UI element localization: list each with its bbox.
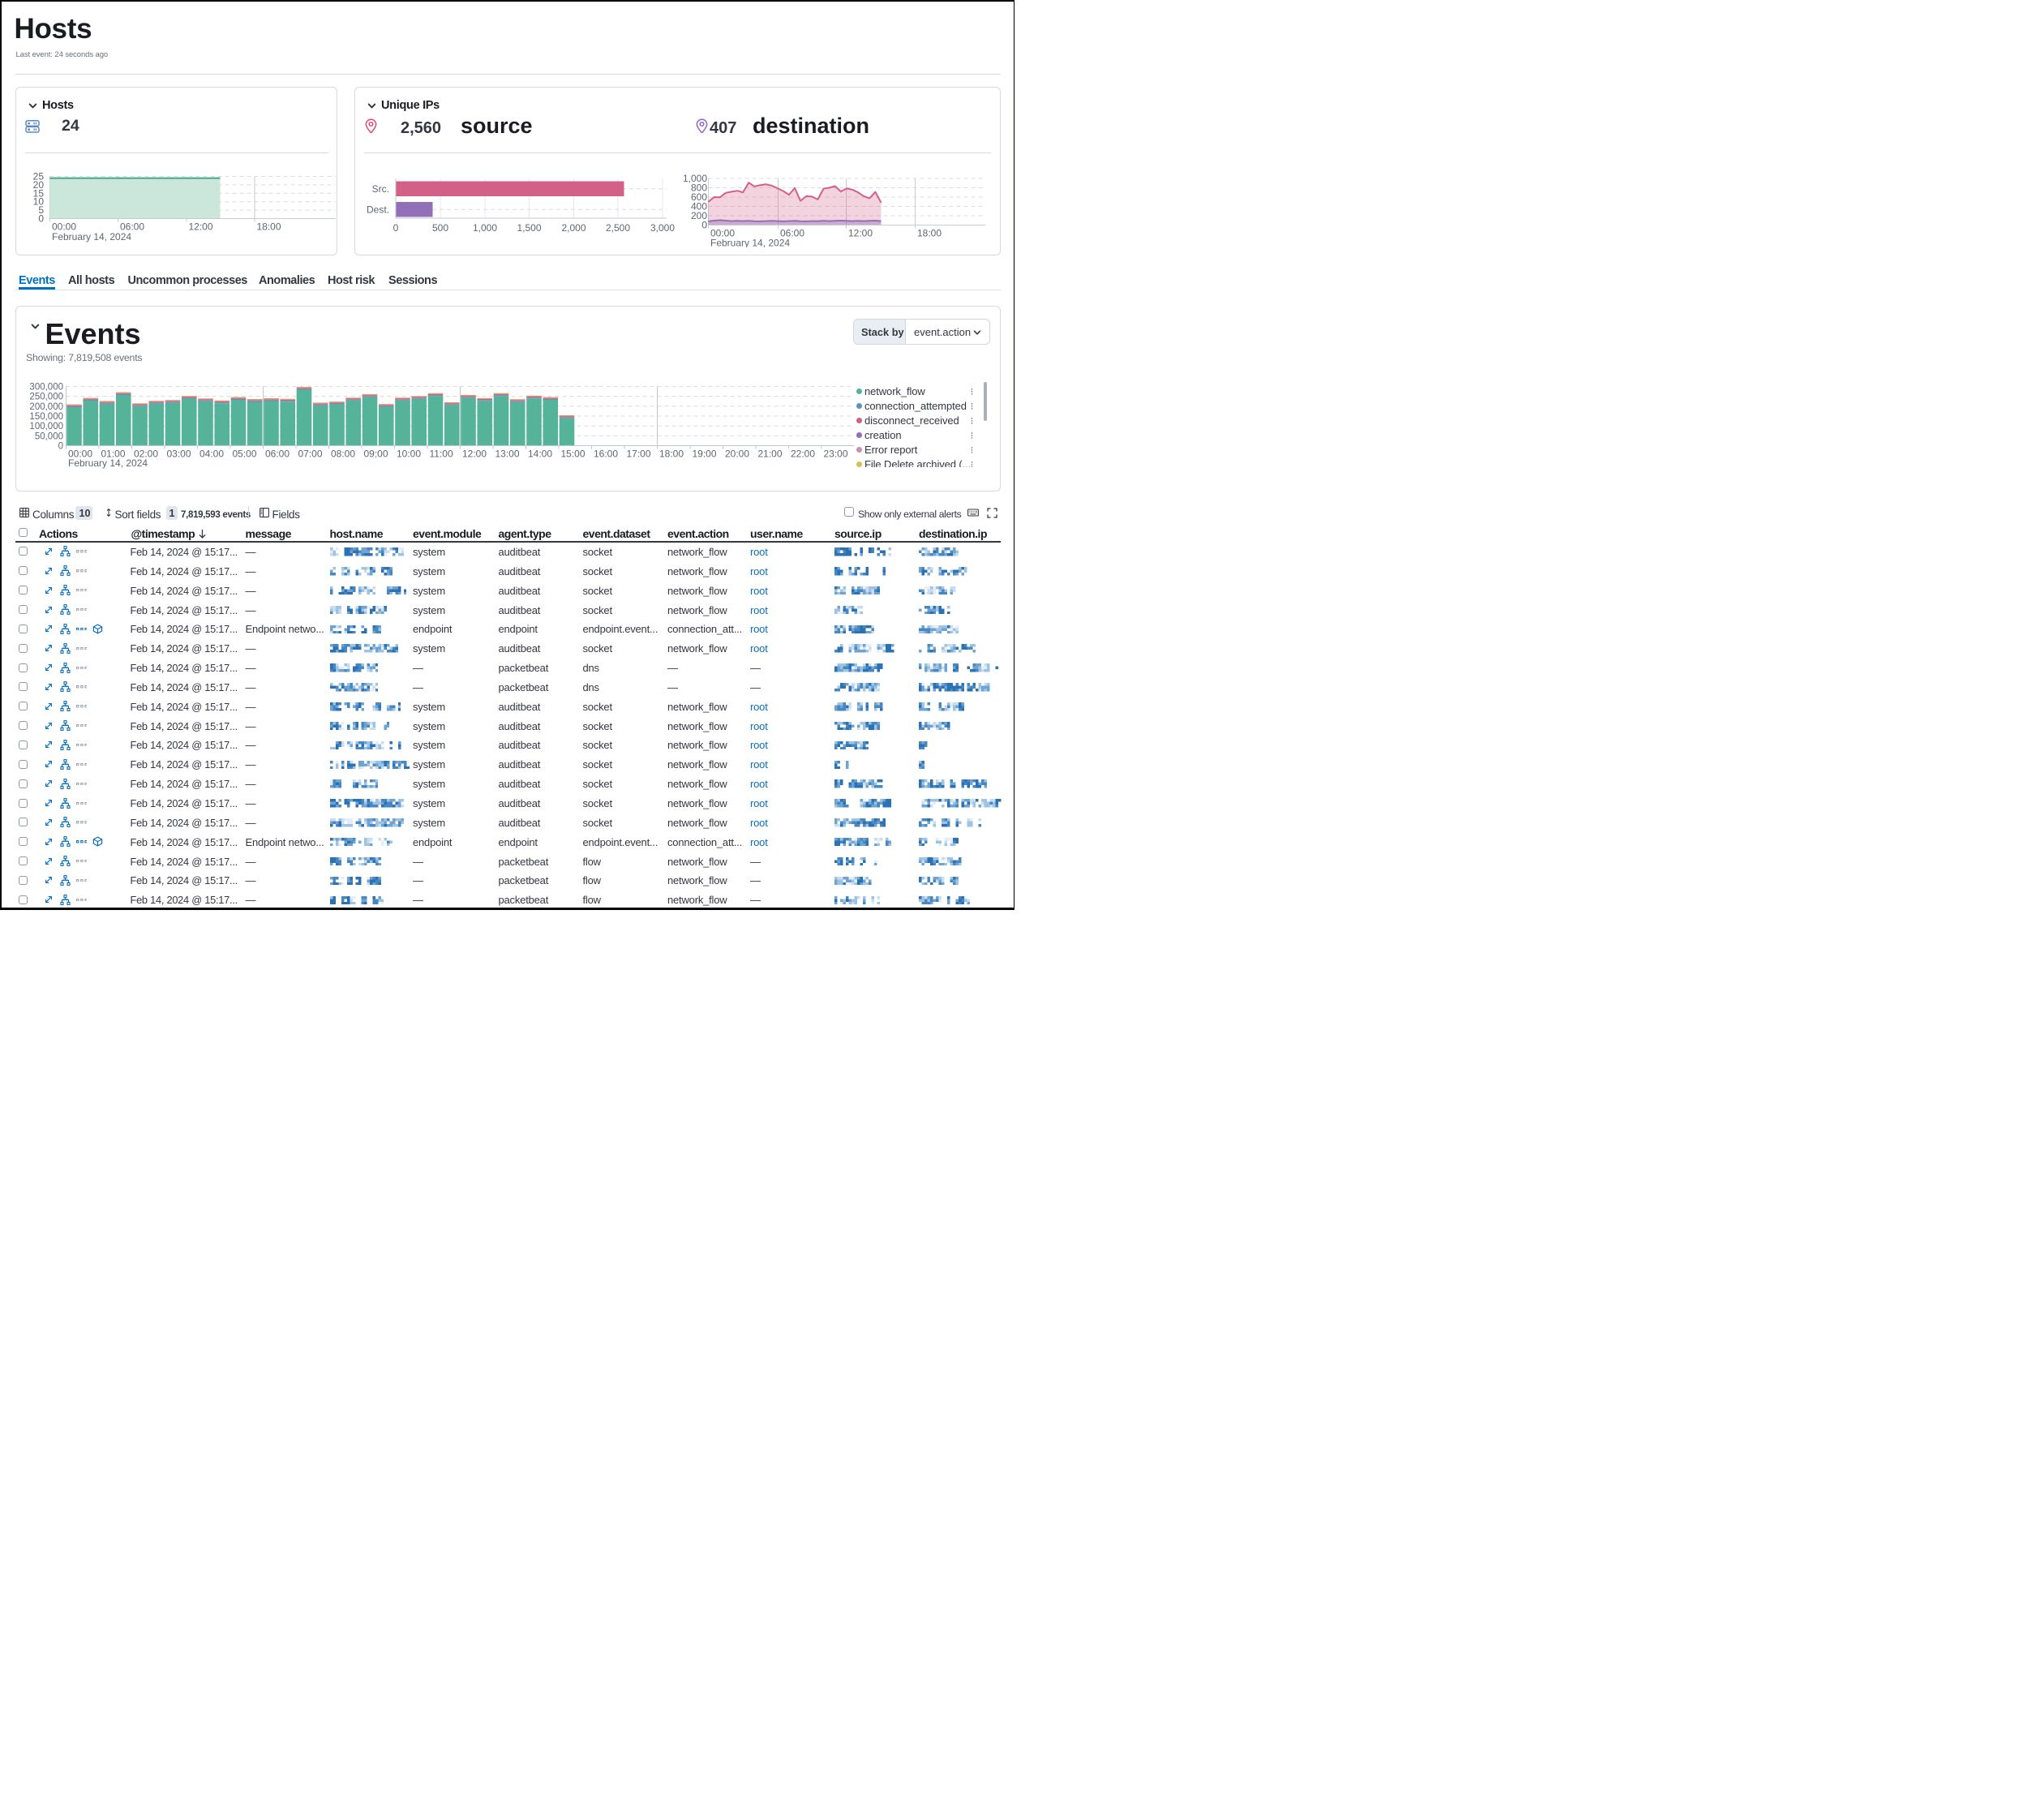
svg-text:February 14, 2024: February 14, 2024 xyxy=(710,238,790,248)
svg-text:Dest.: Dest. xyxy=(367,204,389,216)
svg-text:14:00: 14:00 xyxy=(528,449,552,460)
svg-text:13:00: 13:00 xyxy=(495,449,520,460)
svg-text:07:00: 07:00 xyxy=(298,449,323,460)
svg-text:2,000: 2,000 xyxy=(561,222,586,234)
svg-text:200,000: 200,000 xyxy=(29,402,63,412)
svg-text:1,000: 1,000 xyxy=(473,222,497,234)
svg-text:04:00: 04:00 xyxy=(199,449,224,460)
svg-text:05:00: 05:00 xyxy=(233,449,257,460)
svg-text:12:00: 12:00 xyxy=(848,228,873,239)
svg-text:0: 0 xyxy=(701,220,707,231)
svg-text:15:00: 15:00 xyxy=(561,449,586,460)
svg-text:February 14, 2024: February 14, 2024 xyxy=(68,457,148,469)
svg-text:3,000: 3,000 xyxy=(650,222,675,234)
svg-text:500: 500 xyxy=(432,222,448,234)
svg-text:09:00: 09:00 xyxy=(364,449,388,460)
svg-text:21:00: 21:00 xyxy=(758,449,783,460)
svg-text:06:00: 06:00 xyxy=(265,449,290,460)
svg-text:250,000: 250,000 xyxy=(29,393,63,402)
svg-text:20:00: 20:00 xyxy=(725,449,749,460)
svg-text:0: 0 xyxy=(38,213,44,225)
svg-text:300,000: 300,000 xyxy=(29,383,63,393)
svg-text:03:00: 03:00 xyxy=(167,449,191,460)
svg-text:100,000: 100,000 xyxy=(29,422,63,431)
svg-text:12:00: 12:00 xyxy=(462,449,487,460)
svg-text:10:00: 10:00 xyxy=(397,449,421,460)
svg-text:12:00: 12:00 xyxy=(189,221,213,233)
svg-text:150,000: 150,000 xyxy=(29,412,63,422)
svg-text:Src.: Src. xyxy=(372,183,389,195)
svg-text:0: 0 xyxy=(58,442,63,452)
svg-text:22:00: 22:00 xyxy=(791,449,815,460)
svg-text:16:00: 16:00 xyxy=(594,449,618,460)
svg-text:18:00: 18:00 xyxy=(257,221,281,233)
svg-text:2,500: 2,500 xyxy=(606,222,630,234)
svg-text:08:00: 08:00 xyxy=(331,449,355,460)
svg-text:17:00: 17:00 xyxy=(627,449,651,460)
svg-text:23:00: 23:00 xyxy=(824,449,848,460)
svg-text:50,000: 50,000 xyxy=(35,431,63,441)
svg-text:19:00: 19:00 xyxy=(693,449,717,460)
svg-text:11:00: 11:00 xyxy=(430,449,453,460)
svg-text:1,500: 1,500 xyxy=(517,222,541,234)
svg-text:0: 0 xyxy=(393,222,399,234)
svg-text:February 14, 2024: February 14, 2024 xyxy=(52,231,131,243)
svg-text:18:00: 18:00 xyxy=(659,449,684,460)
svg-text:18:00: 18:00 xyxy=(917,228,942,239)
